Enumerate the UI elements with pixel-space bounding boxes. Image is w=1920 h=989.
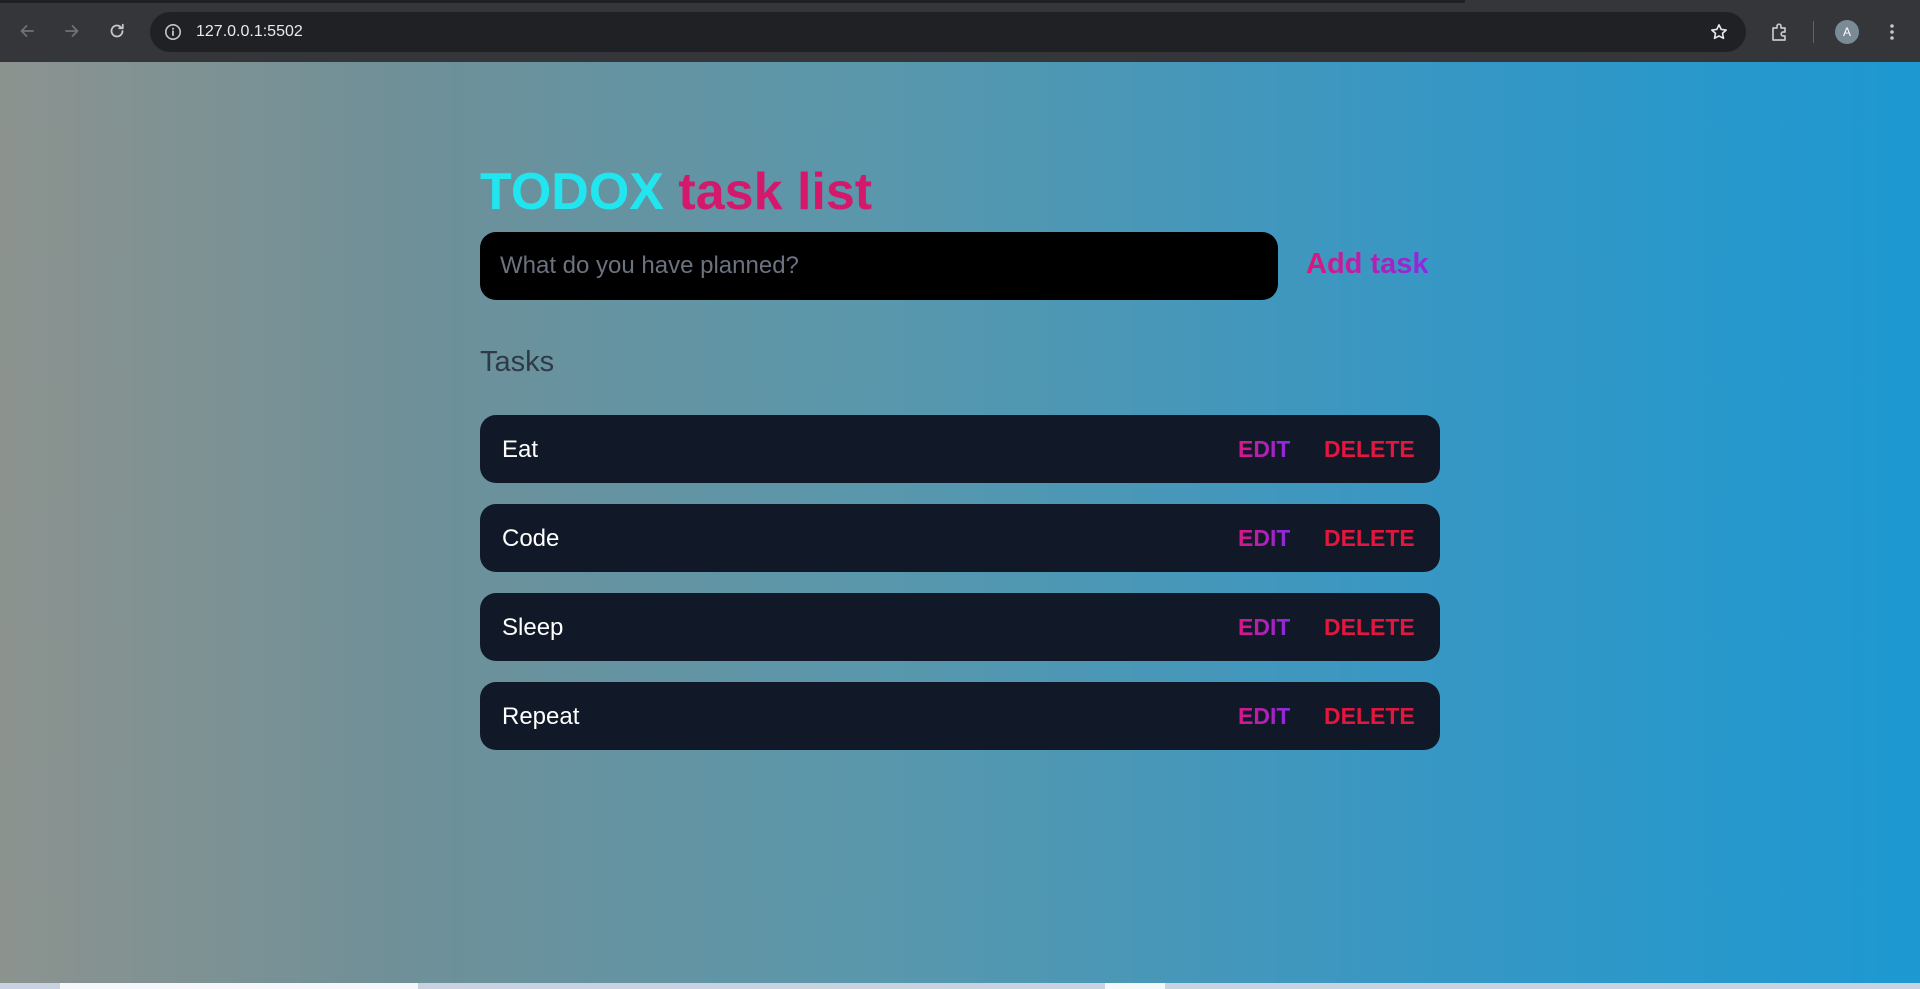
- bookmark-star-icon[interactable]: [1709, 22, 1729, 42]
- tab-strip: [0, 0, 1920, 3]
- toolbar-divider: [1813, 21, 1814, 43]
- reload-button[interactable]: [103, 17, 131, 45]
- forward-button[interactable]: [58, 17, 86, 45]
- forward-arrow-icon: [65, 25, 79, 37]
- site-info-icon[interactable]: [163, 22, 183, 42]
- task-text: Code: [502, 525, 560, 552]
- reload-icon: [110, 23, 124, 38]
- taskbar-strip: [0, 983, 1920, 989]
- edit-button[interactable]: EDIT: [1238, 702, 1290, 730]
- extensions-puzzle-icon[interactable]: [1768, 20, 1792, 44]
- url-text[interactable]: 127.0.0.1:5502: [196, 23, 303, 41]
- edit-button[interactable]: EDIT: [1238, 613, 1290, 641]
- active-tab-edge[interactable]: [1465, 0, 1920, 3]
- edit-button[interactable]: EDIT: [1238, 524, 1290, 552]
- task-text: Sleep: [502, 614, 564, 641]
- tasks-heading: Tasks: [480, 346, 555, 378]
- profile-avatar[interactable]: A: [1835, 20, 1859, 44]
- task-item: Eat EDIT DELETE: [480, 415, 1440, 483]
- taskbar-segment: [60, 983, 418, 989]
- title-brand: TODOX: [480, 163, 664, 221]
- delete-button[interactable]: DELETE: [1324, 524, 1415, 552]
- delete-button[interactable]: DELETE: [1324, 702, 1415, 730]
- page-viewport: TODOX task list Add task Tasks Eat EDIT …: [0, 62, 1920, 983]
- task-item: Sleep EDIT DELETE: [480, 593, 1440, 661]
- browser-toolbar: 127.0.0.1:5502 A: [0, 0, 1920, 62]
- task-list: Eat EDIT DELETE Code EDIT DELETE Sleep E…: [480, 415, 1440, 771]
- delete-button[interactable]: DELETE: [1324, 613, 1415, 641]
- todo-app: TODOX task list Add task Tasks Eat EDIT …: [480, 162, 1440, 750]
- delete-button[interactable]: DELETE: [1324, 435, 1415, 463]
- add-task-button[interactable]: Add task: [1306, 246, 1428, 282]
- back-arrow-icon: [20, 25, 34, 37]
- back-button[interactable]: [13, 17, 41, 45]
- taskbar-segment: [1105, 983, 1165, 989]
- add-task-form: Add task: [480, 232, 1440, 300]
- task-item: Repeat EDIT DELETE: [480, 682, 1440, 750]
- task-text: Eat: [502, 436, 539, 463]
- new-task-input[interactable]: [480, 232, 1278, 300]
- address-bar[interactable]: 127.0.0.1:5502: [150, 12, 1746, 52]
- page-title: TODOX task list: [480, 162, 1440, 222]
- task-text: Repeat: [502, 703, 580, 730]
- title-subtitle: task list: [678, 163, 873, 221]
- task-item: Code EDIT DELETE: [480, 504, 1440, 572]
- kebab-menu-icon[interactable]: [1880, 20, 1904, 44]
- edit-button[interactable]: EDIT: [1238, 435, 1290, 463]
